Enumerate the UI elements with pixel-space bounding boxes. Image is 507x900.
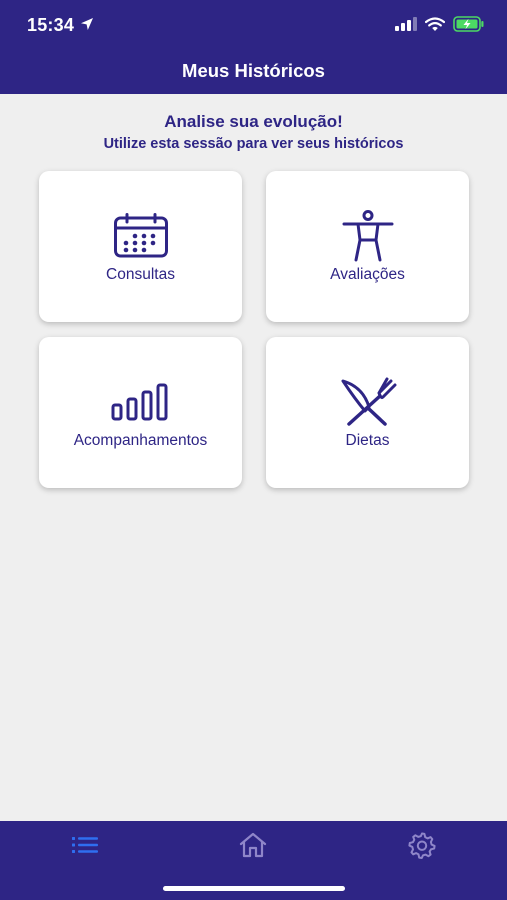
dietas-label: Dietas [345,431,390,449]
acompanhamentos-card[interactable]: Acompanhamentos [39,337,242,488]
bar-chart-icon [111,376,171,428]
dietas-card[interactable]: Dietas [266,337,469,488]
location-arrow-icon [80,15,94,36]
status-icons [395,16,485,37]
page-title: Meus Históricos [182,60,325,81]
battery-charging-icon [453,16,485,37]
wifi-icon [424,16,446,37]
calendar-icon [111,210,171,262]
intro-subtitle: Utilize esta sessão para ver seus histór… [103,136,404,152]
acompanhamentos-label: Acompanhamentos [73,431,208,449]
tab-settings[interactable] [406,831,438,864]
home-indicator [163,886,345,891]
top-bar: 15:34 Meus Históricos [0,0,507,94]
intro-title: Analise sua evolução! [164,112,343,131]
list-icon [72,836,98,859]
gear-icon [408,831,436,864]
tab-historicos[interactable] [69,833,101,861]
status-time: 15:34 [27,15,94,36]
avaliacoes-label: Avaliações [330,265,405,283]
avaliacoes-card[interactable]: Avaliações [266,171,469,322]
tab-home[interactable] [237,832,269,863]
fork-knife-icon [338,376,398,428]
status-time-text: 15:34 [27,15,75,35]
body-figure-icon [338,209,398,262]
consultas-label: Consultas [106,265,175,283]
cellular-signal-icon [395,17,417,36]
consultas-card[interactable]: Consultas [39,171,242,322]
home-icon [239,832,267,863]
intro-section: Analise sua evolução! Utilize esta sessã… [0,112,507,152]
